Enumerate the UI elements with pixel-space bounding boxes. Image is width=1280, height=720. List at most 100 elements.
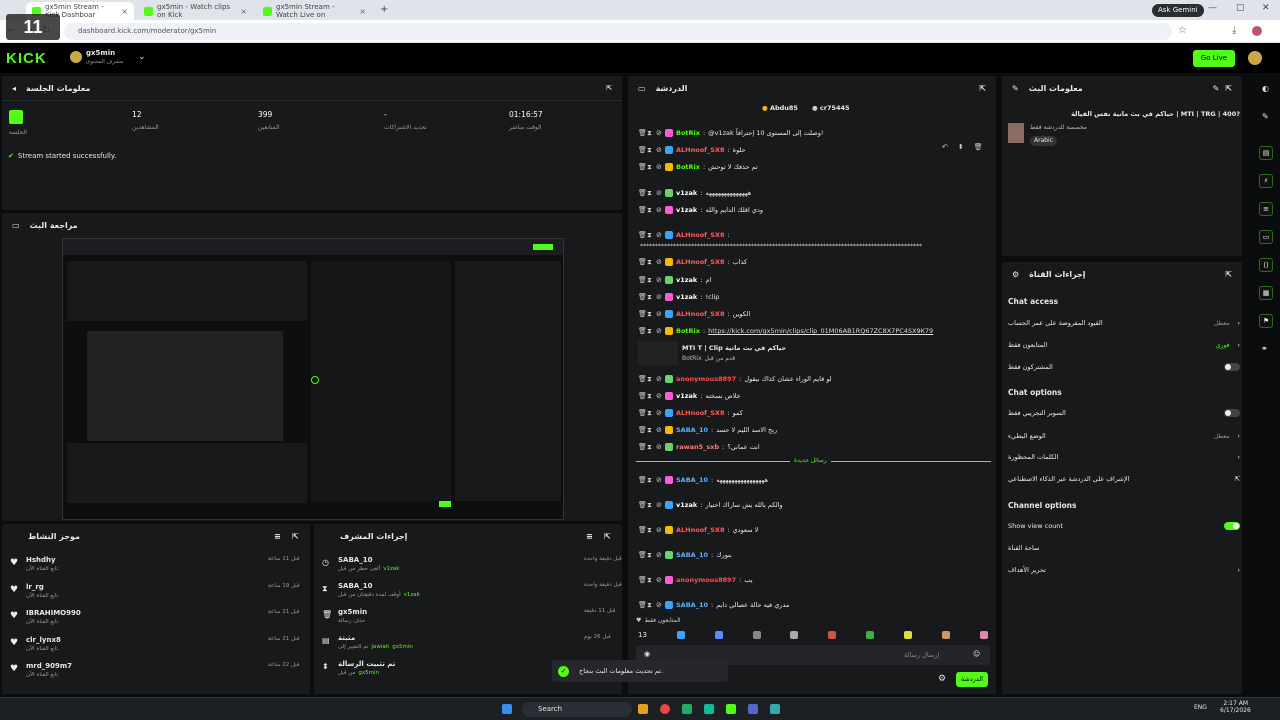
attach-icon[interactable]: ◉: [644, 650, 650, 658]
close-icon[interactable]: ×: [121, 7, 128, 16]
delete-icon[interactable]: 🗑: [638, 409, 647, 417]
discord-icon[interactable]: [748, 704, 758, 714]
filter-icon[interactable]: ≡: [586, 532, 593, 541]
chat-username[interactable]: anonymous8897: [676, 375, 736, 383]
ban-icon[interactable]: ⊘: [656, 476, 662, 484]
chat-username[interactable]: SABA_10: [676, 601, 708, 609]
bookmark-icon[interactable]: ☆: [1178, 25, 1187, 36]
ban-icon[interactable]: ⊘: [656, 293, 662, 301]
chrome-icon[interactable]: [660, 704, 670, 714]
ban-icon[interactable]: ⊘: [656, 189, 662, 197]
ban-icon[interactable]: ⊘: [656, 526, 662, 534]
chat-username[interactable]: BotRix: [676, 327, 700, 335]
emote-icon[interactable]: [904, 631, 913, 639]
chat-message[interactable]: 🗑 ⧗ ⊘ BotRix: @v1zak وصلت إلى المستوى 10 إحت…: [638, 126, 993, 140]
timeout-icon[interactable]: ⧗: [647, 476, 653, 484]
emote-icon[interactable]: [752, 631, 761, 639]
popout-icon[interactable]: ⇱: [1225, 270, 1232, 279]
delete-icon[interactable]: 🗑: [638, 501, 647, 509]
timeout-icon[interactable]: ⧗: [647, 310, 653, 318]
chat-message[interactable]: 🗑 ⧗ ⊘ v1zak: خلاص نسخته: [638, 389, 993, 403]
chat-username[interactable]: SABA_10: [676, 476, 708, 484]
chat-message[interactable]: 🗑 ⧗ ⊘ v1zak: ام: [638, 273, 993, 287]
ban-icon[interactable]: ⊘: [656, 129, 662, 137]
emote-icon[interactable]: [828, 631, 837, 639]
download-icon[interactable]: ⤓: [1232, 25, 1236, 36]
timeout-icon[interactable]: ⧗: [647, 551, 653, 559]
delete-icon[interactable]: 🗑: [638, 392, 647, 400]
gifter-1[interactable]: ● Abdu85: [762, 104, 798, 112]
close-icon[interactable]: ×: [240, 7, 247, 16]
chat-username[interactable]: BotRix: [676, 129, 700, 137]
emote-icon[interactable]: [790, 631, 799, 639]
timeout-icon[interactable]: ⧗: [647, 231, 653, 239]
activity-user[interactable]: lr_rg: [26, 583, 44, 591]
mod-action-target[interactable]: SABA_10: [338, 556, 372, 564]
delete-icon[interactable]: 🗑: [638, 526, 647, 534]
user-avatar[interactable]: [1248, 51, 1262, 65]
mod-action-target[interactable]: تم تثبيت الرسالة: [338, 660, 395, 668]
ban-icon[interactable]: ⊘: [656, 258, 662, 266]
delete-icon[interactable]: 🗑: [638, 375, 647, 383]
popout-icon[interactable]: ⇱: [1225, 84, 1232, 93]
ban-icon[interactable]: ⊘: [656, 443, 662, 451]
sidebar-message-icon[interactable]: ▭: [1259, 230, 1273, 244]
delete-icon[interactable]: 🗑: [638, 189, 647, 197]
avatar[interactable]: [70, 51, 82, 63]
file-explorer-icon[interactable]: [638, 704, 648, 714]
chat-username[interactable]: ALHnoof_SX8: [676, 146, 724, 154]
mod-action-actor[interactable]: gx5min: [392, 644, 413, 650]
channel-setting-row[interactable]: السوبر التجريبي فقط: [1008, 406, 1240, 420]
chat-message[interactable]: 🗑 ⧗ ⊘ anonymous8897: لو قايم الوراء عشان كذا…: [638, 372, 993, 386]
chat-username[interactable]: v1zak: [676, 392, 697, 400]
delete-icon[interactable]: 🗑: [638, 576, 647, 584]
timeout-icon[interactable]: ⧗: [647, 409, 653, 417]
kick-app-icon[interactable]: [726, 704, 736, 714]
channel-setting-row[interactable]: الوضع البطيء معطل ›: [1008, 429, 1240, 443]
new-tab-icon[interactable]: +: [380, 4, 388, 15]
clip-thumbnail[interactable]: [638, 341, 678, 365]
ban-icon[interactable]: ⊘: [656, 276, 662, 284]
chat-message[interactable]: 🗑 ⧗ ⊘ v1zak: والكم بالله يش ساراك اختيار: [638, 498, 993, 512]
popout-icon[interactable]: ⇱: [979, 84, 986, 93]
timeout-icon[interactable]: ⧗: [647, 258, 653, 266]
ban-icon[interactable]: ⊘: [656, 576, 662, 584]
ban-icon[interactable]: ⊘: [656, 392, 662, 400]
popout-icon[interactable]: ⇱: [606, 84, 612, 92]
url-input[interactable]: dashboard.kick.com/moderator/gx5min: [64, 23, 1172, 40]
go-live-button[interactable]: Go Live: [1193, 50, 1235, 67]
chat-message[interactable]: 🗑 ⧗ ⊘ BotRix: https://kick.com/gx5min/clips/…: [638, 324, 993, 338]
timeout-icon[interactable]: ⧗: [647, 392, 653, 400]
activity-user[interactable]: mrd_909m7: [26, 662, 72, 670]
channel-setting-row[interactable]: القيود المفروضة على عمر الحساب معطل ›: [1008, 316, 1240, 330]
timeout-icon[interactable]: ⧗: [647, 443, 653, 451]
delete-icon[interactable]: 🗑: [638, 129, 647, 137]
gifter-2[interactable]: ● cr75445: [812, 104, 850, 112]
sidebar-list-icon[interactable]: ≡: [1259, 202, 1273, 216]
chat-message[interactable]: 🗑 ⧗ ⊘ anonymous8897: يب: [638, 573, 993, 587]
chat-username[interactable]: v1zak: [676, 501, 697, 509]
chat-message[interactable]: 🗑 ⧗ ⊘ ALHnoof_SX8: لا سعودي: [638, 523, 993, 537]
mod-action-actor[interactable]: gx5min: [358, 670, 379, 676]
emote-icon[interactable]: [979, 631, 988, 639]
browser-tab-3[interactable]: gx5min Stream - Watch Live on ×: [257, 2, 372, 20]
emote-icon[interactable]: [866, 631, 875, 639]
channel-setting-row[interactable]: الإشراف على الدردشة عبر الذكاء الاصطناعي…: [1008, 472, 1240, 486]
ban-icon[interactable]: ⊘: [656, 426, 662, 434]
chat-message[interactable]: 🗑 ⧗ ⊘ rawan5_sxb: انت عماني؟: [638, 440, 993, 454]
delete-icon[interactable]: 🗑: [638, 426, 647, 434]
chat-username[interactable]: v1zak: [676, 276, 697, 284]
chat-message[interactable]: 🗑 ⧗ ⊘ ALHnoof_SX8: كذاب: [638, 255, 993, 269]
chat-username[interactable]: rawan5_sxb: [676, 443, 719, 451]
chat-message[interactable]: 🗑 ⧗ ⊘ ALHnoof_SX8: كمو: [638, 406, 993, 420]
mod-action-target[interactable]: SABA_10: [338, 582, 372, 590]
emote-icon[interactable]: [676, 631, 685, 639]
delete-icon[interactable]: 🗑: [638, 206, 647, 214]
timeout-icon[interactable]: ⧗: [647, 206, 653, 214]
timeout-icon[interactable]: ⧗: [647, 601, 653, 609]
popout-icon[interactable]: ⇱: [604, 532, 611, 541]
chat-message[interactable]: 🗑 ⧗ ⊘ ALHnoof_SX8: حلوة: [638, 143, 993, 157]
channel-setting-row[interactable]: تحرير الأهداف ›: [1008, 563, 1240, 577]
chat-message[interactable]: 🗑 ⧗ ⊘ v1zak: !clip: [638, 290, 993, 304]
ban-icon[interactable]: ⊘: [656, 231, 662, 239]
